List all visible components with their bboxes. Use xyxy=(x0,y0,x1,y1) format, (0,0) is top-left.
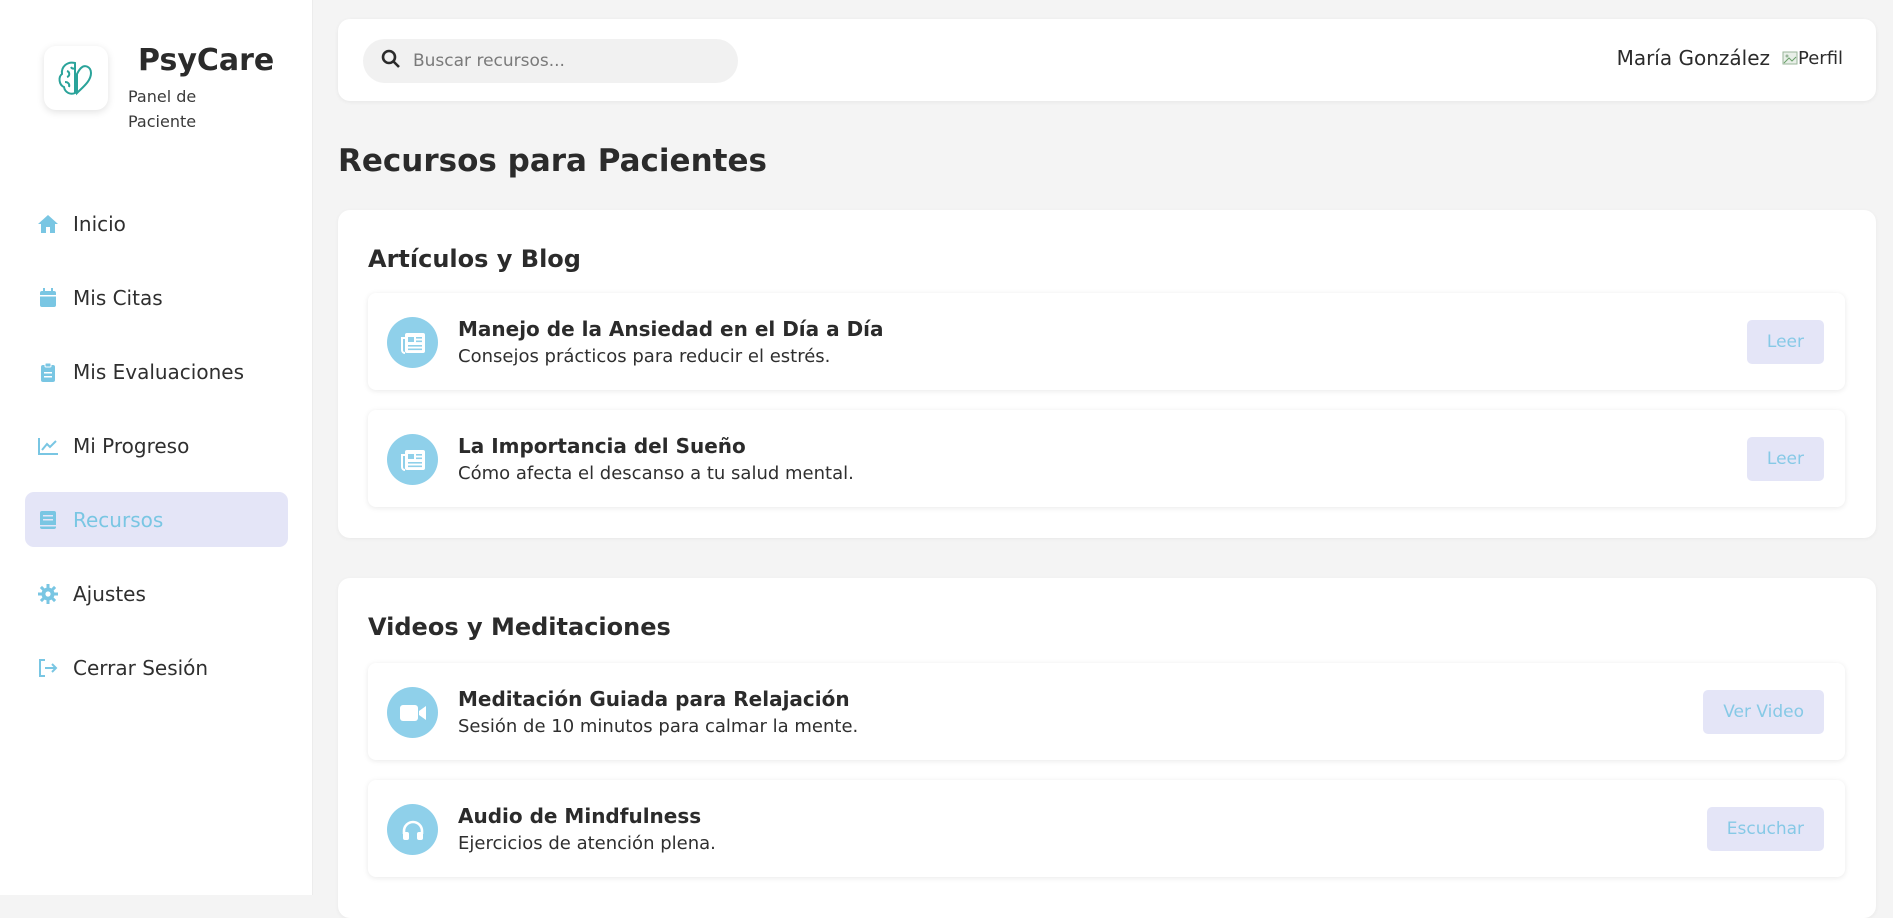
avatar-alt-text: Perfil xyxy=(1798,47,1844,69)
page-title: Recursos para Pacientes xyxy=(338,143,767,179)
book-icon xyxy=(37,509,59,531)
section-heading: Videos y Meditaciones xyxy=(368,613,671,641)
newspaper-icon xyxy=(387,434,438,485)
sidebar-item-mis-citas[interactable]: Mis Citas xyxy=(25,270,288,325)
brand-name: PsyCare xyxy=(138,43,275,78)
section-videos: Videos y Meditaciones Meditación Guiada … xyxy=(338,578,1876,918)
read-button[interactable]: Leer xyxy=(1746,320,1824,364)
resource-title: Audio de Mindfulness xyxy=(458,804,702,828)
gear-icon xyxy=(37,583,59,605)
resource-card: Audio de Mindfulness Ejercicios de atenc… xyxy=(368,780,1845,877)
clipboard-icon xyxy=(37,361,59,383)
home-icon xyxy=(37,213,59,235)
resource-description: Consejos prácticos para reducir el estré… xyxy=(458,346,831,367)
sidebar-item-label: Mi Progreso xyxy=(73,433,190,458)
search-icon xyxy=(381,49,401,73)
user-name: María González xyxy=(1616,46,1770,70)
brand: PsyCare Panel de Paciente xyxy=(44,46,274,134)
sidebar-item-label: Inicio xyxy=(73,211,126,236)
sidebar-item-cerrar-sesion[interactable]: Cerrar Sesión xyxy=(25,640,288,695)
sidebar-item-mi-progreso[interactable]: Mi Progreso xyxy=(25,418,288,473)
resource-card: Manejo de la Ansiedad en el Día a Día Co… xyxy=(368,293,1845,390)
brain-heart-logo-icon xyxy=(44,46,108,110)
resource-description: Cómo afecta el descanso a tu salud menta… xyxy=(458,463,854,484)
video-icon xyxy=(387,687,438,738)
resource-card: La Importancia del Sueño Cómo afecta el … xyxy=(368,410,1845,507)
sidebar-item-label: Recursos xyxy=(73,507,164,532)
headphones-icon xyxy=(387,804,438,855)
newspaper-icon xyxy=(387,317,438,368)
watch-video-button[interactable]: Ver Video xyxy=(1703,690,1824,734)
sidebar-item-inicio[interactable]: Inicio xyxy=(25,196,288,251)
resource-description: Sesión de 10 minutos para calmar la ment… xyxy=(458,716,859,737)
listen-button[interactable]: Escuchar xyxy=(1706,807,1824,851)
resource-description: Ejercicios de atención plena. xyxy=(458,833,716,854)
sidebar-item-label: Cerrar Sesión xyxy=(73,655,209,680)
read-button[interactable]: Leer xyxy=(1746,437,1824,481)
resource-card: Meditación Guiada para Relajación Sesión… xyxy=(368,663,1845,760)
sidebar-item-mis-evaluaciones[interactable]: Mis Evaluaciones xyxy=(25,344,288,399)
brand-subtitle: Panel de Paciente xyxy=(128,87,197,131)
sign-out-icon xyxy=(37,657,59,679)
sidebar-item-ajustes[interactable]: Ajustes xyxy=(25,566,288,621)
search-box xyxy=(363,39,738,83)
sidebar-item-label: Ajustes xyxy=(73,581,146,606)
sidebar-item-label: Mis Citas xyxy=(73,285,163,310)
avatar[interactable]: Perfil xyxy=(1782,48,1850,69)
broken-image-icon xyxy=(1782,51,1798,65)
user-menu[interactable]: María González Perfil xyxy=(1617,46,1850,70)
resource-title: Manejo de la Ansiedad en el Día a Día xyxy=(458,317,884,341)
calendar-icon xyxy=(37,287,59,309)
resource-title: La Importancia del Sueño xyxy=(458,434,746,458)
search-input[interactable] xyxy=(413,51,713,71)
sidebar-nav: Inicio Mis Citas Mis Evaluaciones Mi Pro… xyxy=(25,196,288,714)
section-articles: Artículos y Blog Manejo de la Ansiedad e… xyxy=(338,210,1876,538)
sidebar: PsyCare Panel de Paciente Inicio Mis Cit… xyxy=(0,0,313,895)
top-bar: María González Perfil xyxy=(338,19,1876,101)
resource-title: Meditación Guiada para Relajación xyxy=(458,687,850,711)
sidebar-item-label: Mis Evaluaciones xyxy=(73,359,244,384)
section-heading: Artículos y Blog xyxy=(368,245,581,273)
sidebar-item-recursos[interactable]: Recursos xyxy=(25,492,288,547)
chart-line-icon xyxy=(37,435,59,457)
